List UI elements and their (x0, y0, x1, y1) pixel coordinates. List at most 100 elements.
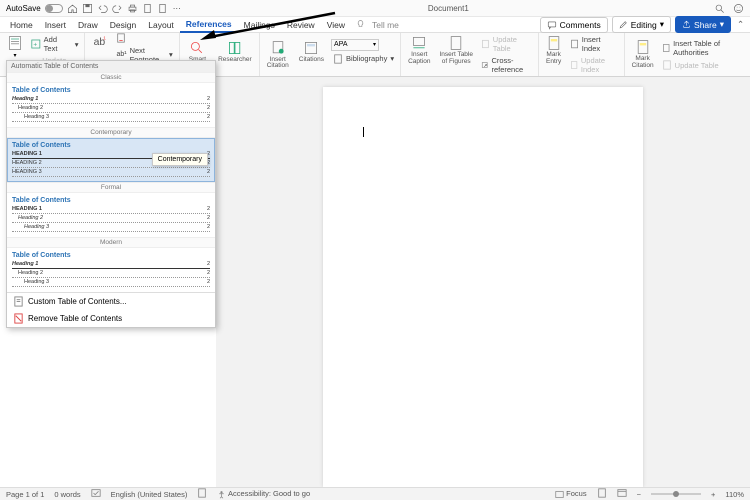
toc-preview-contemporary[interactable]: Table of Contents HEADING 12 HEADING 22 … (7, 138, 215, 182)
toc-preview-modern[interactable]: Table of Contents Heading 12 Heading 22 … (7, 248, 215, 292)
language-status[interactable]: English (United States) (111, 490, 188, 499)
insert-citation-label: Insert Citation (267, 57, 289, 70)
tab-layout[interactable]: Layout (142, 18, 180, 32)
toc-h1: HEADING 1 (12, 151, 42, 157)
tab-review[interactable]: Review (281, 18, 321, 32)
custom-toc-button[interactable]: Custom Table of Contents... (7, 293, 215, 310)
toc-h1: Heading 1 (12, 96, 38, 102)
page2-icon[interactable] (157, 3, 168, 14)
tab-draw[interactable]: Draw (72, 18, 104, 32)
remove-toc-button[interactable]: Remove Table of Contents (7, 310, 215, 327)
focus-label: Focus (566, 489, 586, 498)
bulb-icon (355, 19, 366, 30)
toc-h3: Heading 3 (12, 114, 49, 120)
chevron-up-icon[interactable]: ⌃ (735, 19, 746, 30)
editing-button[interactable]: Editing▾ (612, 16, 671, 33)
track-changes-icon[interactable] (197, 488, 207, 500)
toc-dropdown-header: Automatic Table of Contents (7, 61, 215, 72)
toc-page: 2 (207, 96, 210, 102)
update-toa-label: Update Table (675, 61, 719, 70)
bibliography-label: Bibliography (346, 54, 387, 63)
zoom-out-button[interactable]: − (637, 490, 641, 499)
mark-citation-button[interactable]: Mark Citation (629, 38, 657, 70)
autosave-toggle[interactable] (45, 4, 63, 13)
smiley-icon[interactable] (733, 3, 744, 14)
chevron-down-icon: ▾ (660, 19, 664, 30)
tab-design[interactable]: Design (104, 18, 142, 32)
status-bar: Page 1 of 1 0 words English (United Stat… (0, 487, 750, 500)
share-label: Share (694, 20, 717, 30)
chevron-down-icon: ▾ (373, 41, 376, 48)
tab-references[interactable]: References (180, 17, 238, 33)
chevron-down-icon: ▾ (75, 40, 79, 49)
accessibility-status[interactable]: Accessibility: Good to go (217, 489, 310, 499)
citation-style-select[interactable]: APA▾ (331, 39, 379, 51)
undo-icon[interactable] (97, 3, 108, 14)
insert-caption-button[interactable]: Insert Caption (405, 34, 433, 66)
insert-tof-label: Insert Table of Figures (440, 52, 473, 65)
toc-title: Table of Contents (12, 252, 210, 259)
add-text-label: Add Text (44, 35, 72, 53)
tell-me[interactable]: Tell me (366, 18, 405, 32)
mark-entry-button[interactable]: Mark Entry (543, 34, 565, 66)
comments-button[interactable]: Comments (540, 17, 608, 33)
toc-page: 2 (207, 206, 210, 212)
toc-page: 2 (207, 270, 210, 276)
tab-insert[interactable]: Insert (39, 18, 72, 32)
add-text-button[interactable]: +Add Text▾ (29, 34, 80, 54)
page-count[interactable]: Page 1 of 1 (6, 490, 44, 499)
more-icon[interactable]: ⋯ (172, 3, 183, 14)
tab-mailings[interactable]: Mailings (238, 18, 281, 32)
toc-page: 2 (207, 114, 210, 120)
citations-label: Citations (299, 57, 324, 64)
document-canvas (216, 77, 750, 487)
view-web-icon[interactable] (617, 488, 627, 500)
zoom-slider[interactable] (651, 493, 701, 495)
mark-citation-label: Mark Citation (632, 56, 654, 69)
search-icon[interactable] (714, 3, 725, 14)
cross-reference-button[interactable]: ↗Cross-reference (479, 55, 534, 75)
toc-page: 2 (207, 215, 210, 221)
home-icon[interactable] (67, 3, 78, 14)
focus-mode[interactable]: Focus (555, 489, 587, 499)
toc-h2: HEADING 2 (12, 160, 42, 166)
researcher-button[interactable]: Researcher (215, 39, 255, 71)
toc-h1: Heading 1 (12, 261, 38, 267)
toc-style-modern-header: Modern (7, 237, 215, 248)
redo-icon[interactable] (112, 3, 123, 14)
insert-tof-button[interactable]: Insert Table of Figures (437, 34, 476, 66)
insert-endnote-button[interactable] (114, 32, 174, 44)
print-icon[interactable] (127, 3, 138, 14)
zoom-in-button[interactable]: + (711, 490, 715, 499)
zoom-level[interactable]: 110% (725, 490, 744, 499)
insert-toa-button[interactable]: Insert Table of Authorities (660, 38, 746, 58)
word-count[interactable]: 0 words (54, 490, 80, 499)
update-index-button: Update Index (568, 55, 620, 75)
save-icon[interactable] (82, 3, 93, 14)
toc-page: 2 (207, 105, 210, 111)
update-toa-button: Update Table (660, 59, 746, 71)
page-icon[interactable] (142, 3, 153, 14)
chevron-down-icon: ▾ (390, 54, 394, 63)
insert-index-button[interactable]: Insert Index (568, 34, 620, 54)
text-cursor (363, 127, 364, 137)
share-button[interactable]: Share▾ (675, 16, 731, 33)
tab-view[interactable]: View (321, 18, 351, 32)
toc-title: Table of Contents (12, 142, 210, 149)
spellcheck-icon[interactable] (91, 488, 101, 500)
document-page[interactable] (323, 87, 643, 487)
toc-h2: Heading 2 (12, 215, 43, 221)
toc-page: 2 (207, 279, 210, 285)
toc-h3: HEADING 3 (12, 169, 42, 175)
toc-title: Table of Contents (12, 87, 210, 94)
insert-citation-button[interactable]: Insert Citation (264, 39, 292, 71)
citations-button[interactable]: Citations (296, 39, 327, 65)
tab-home[interactable]: Home (4, 18, 39, 32)
svg-text:↗: ↗ (483, 63, 487, 68)
update-tof-label: Update Table (493, 35, 532, 53)
bibliography-button[interactable]: Bibliography▾ (331, 53, 396, 65)
toc-preview-formal[interactable]: Table of Contents HEADING 12 Heading 22 … (7, 193, 215, 237)
insert-index-label: Insert Index (582, 35, 618, 53)
view-print-icon[interactable] (597, 488, 607, 500)
toc-preview-classic[interactable]: Table of Contents Heading 12 Heading 22 … (7, 83, 215, 127)
